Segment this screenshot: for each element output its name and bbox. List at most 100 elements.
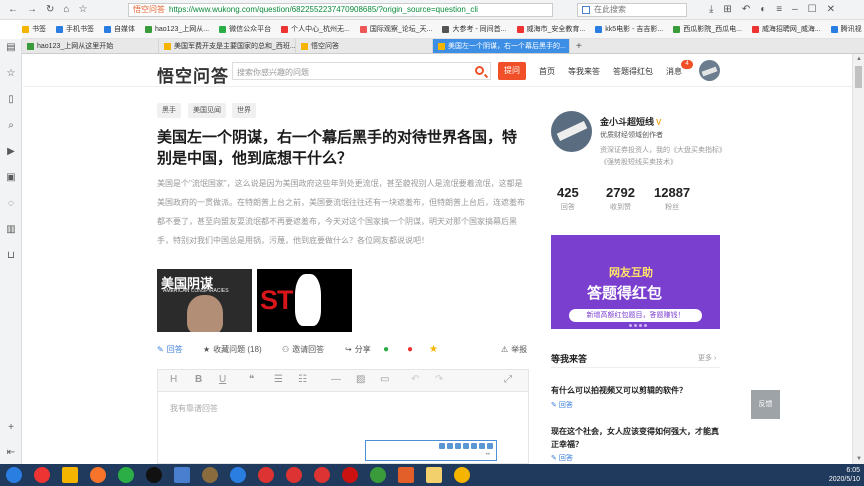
- nav-messages[interactable]: 消息: [666, 66, 682, 77]
- bookmark-item[interactable]: 威海招聘网_威海...: [751, 24, 821, 34]
- qq-taskbar-icon[interactable]: [146, 467, 162, 483]
- waiting-question[interactable]: 现在这个社会，女人应该变得如何强大，才能真正幸福？: [551, 425, 720, 451]
- waiting-answer-link[interactable]: ✎ 回答: [551, 400, 573, 410]
- taskbar-app-icon[interactable]: [90, 467, 106, 483]
- user-avatar[interactable]: [699, 60, 720, 81]
- taskbar-app-icon[interactable]: [202, 467, 218, 483]
- taskbar-app-icon[interactable]: [370, 467, 386, 483]
- sidebar-book-icon[interactable]: ▯: [5, 94, 17, 106]
- divider-icon[interactable]: —: [331, 374, 341, 385]
- red-packet-banner[interactable]: 网友互助 答题得红包 新增高额红包题目，答题赚钱！: [551, 235, 720, 329]
- browser-search[interactable]: 在此搜索: [577, 2, 687, 17]
- back-icon[interactable]: ←: [8, 4, 18, 15]
- ask-button[interactable]: 提问: [498, 62, 526, 80]
- sidebar-notes-icon[interactable]: ▥: [5, 224, 17, 236]
- tag-chip[interactable]: 黑手: [157, 103, 181, 118]
- ime-toolbar[interactable]: ••: [365, 440, 497, 461]
- apps-icon[interactable]: ⊞: [723, 4, 731, 15]
- share-action[interactable]: ↪ 分享: [345, 344, 371, 355]
- question-image-1[interactable]: 美国阴谋 AMERICAN CONSPIRACIES: [157, 269, 252, 332]
- redo-icon[interactable]: ↷: [435, 374, 443, 385]
- menu-icon[interactable]: ≡: [776, 4, 782, 15]
- nav-wait-answer[interactable]: 等我来答: [568, 66, 600, 77]
- bookmark-item[interactable]: kk5电影 - 吉吉影...: [595, 24, 663, 34]
- underline-icon[interactable]: U: [219, 374, 226, 385]
- bookmark-item[interactable]: 自媒体: [104, 24, 135, 34]
- sidebar-search-icon[interactable]: ⌕: [5, 120, 17, 132]
- waiting-more-link[interactable]: 更多 ›: [698, 353, 716, 363]
- sidebar-collapse-icon[interactable]: ⇤: [5, 447, 17, 459]
- wechat-taskbar-icon[interactable]: [118, 467, 134, 483]
- waiting-answer-link[interactable]: ✎ 回答: [551, 453, 573, 463]
- bookmark-item[interactable]: 手机书签: [56, 24, 94, 34]
- bookmark-item[interactable]: 微信公众平台: [219, 24, 271, 34]
- browser-tab[interactable]: hao123_上网从这里开始: [22, 39, 159, 53]
- nav-red-packet[interactable]: 答题得红包: [613, 66, 653, 77]
- night-mode-icon[interactable]: ◐: [760, 4, 766, 15]
- favorite-action[interactable]: ★ 收藏问题 (18): [203, 344, 262, 355]
- bookmark-item[interactable]: 威海市_安全教育...: [516, 24, 585, 34]
- undo-icon[interactable]: ↶: [411, 374, 419, 385]
- taskbar-app-icon[interactable]: [258, 467, 274, 483]
- scroll-down-icon[interactable]: ▼: [856, 456, 862, 462]
- bookmark-item[interactable]: hao123_上网从...: [145, 24, 209, 34]
- sidebar-video-icon[interactable]: ▶: [5, 146, 17, 158]
- feedback-button[interactable]: 反馈: [751, 390, 780, 419]
- close-window-icon[interactable]: ✕: [827, 4, 835, 15]
- taskbar-app-icon[interactable]: [6, 467, 22, 483]
- stat-followers[interactable]: 12887 粉丝: [654, 185, 690, 212]
- taskbar-app-icon[interactable]: [454, 467, 470, 483]
- address-bar[interactable]: 悟空问答 https://www.wukong.com/question/682…: [128, 2, 553, 17]
- invite-action[interactable]: ⚇ 邀请回答: [282, 344, 324, 355]
- browser-tab[interactable]: 悟空问答: [296, 39, 433, 53]
- tag-chip[interactable]: 美国见闻: [188, 103, 226, 118]
- page-scrollbar[interactable]: ▲ ▼: [852, 54, 864, 464]
- taskbar-app-icon[interactable]: [286, 467, 302, 483]
- sidebar-chat-icon[interactable]: ◌: [5, 198, 17, 210]
- browser-tab[interactable]: 美国左一个阴谋，右一个幕后黑手的...✕: [433, 39, 570, 53]
- undo-icon[interactable]: ↶: [742, 4, 750, 15]
- bookmark-item[interactable]: 国际观察_论坛_天...: [359, 24, 432, 34]
- download-icon[interactable]: ⤓: [709, 4, 713, 15]
- nav-home[interactable]: 首页: [539, 66, 555, 77]
- ordered-list-icon[interactable]: ☰: [274, 374, 283, 385]
- forward-icon[interactable]: →: [27, 4, 37, 15]
- fullscreen-icon[interactable]: ⤢: [504, 374, 512, 385]
- question-image-2[interactable]: ST P: [257, 269, 352, 332]
- taskbar-app-icon[interactable]: [342, 467, 358, 483]
- quote-icon[interactable]: ❝: [249, 374, 254, 385]
- video-icon[interactable]: ▭: [380, 374, 389, 385]
- minimize-icon[interactable]: –: [792, 4, 798, 15]
- reload-icon[interactable]: ↻: [46, 4, 54, 15]
- tag-chip[interactable]: 世界: [232, 103, 256, 118]
- stat-likes[interactable]: 2792 收到赞: [606, 185, 635, 212]
- weibo-share[interactable]: ●: [407, 344, 413, 355]
- taskbar-app-icon[interactable]: [314, 467, 330, 483]
- file-explorer-icon[interactable]: [426, 467, 442, 483]
- sidebar-game-icon[interactable]: ▣: [5, 172, 17, 184]
- new-tab-icon[interactable]: +: [570, 41, 588, 52]
- taskbar-app-icon[interactable]: [174, 467, 190, 483]
- maximize-icon[interactable]: ☐: [808, 4, 817, 15]
- site-search[interactable]: 搜索你感兴趣的问题: [232, 62, 491, 80]
- taskbar-app-icon[interactable]: [34, 467, 50, 483]
- author-name-row[interactable]: 金小斗超短线 V: [600, 115, 661, 128]
- site-logo[interactable]: 悟空问答: [157, 62, 229, 87]
- qzone-share[interactable]: ★: [429, 344, 438, 355]
- image-icon[interactable]: ▨: [356, 374, 365, 385]
- bookmark-item[interactable]: 个人中心_杭州无...: [281, 24, 350, 34]
- home-icon[interactable]: ⌂: [63, 4, 69, 15]
- bookmark-item[interactable]: 大参考 - 同间首...: [442, 24, 507, 34]
- taskbar-app-icon[interactable]: [230, 467, 246, 483]
- author-avatar[interactable]: [551, 111, 592, 152]
- wechat-share[interactable]: ●: [383, 344, 389, 355]
- bookmark-star-icon[interactable]: ☆: [78, 4, 87, 15]
- bookmark-item[interactable]: 书签: [22, 24, 46, 34]
- sidebar-list-icon[interactable]: ▤: [5, 42, 17, 54]
- system-clock[interactable]: 6:05 2020/5/10: [829, 466, 860, 484]
- unordered-list-icon[interactable]: ☷: [298, 374, 307, 385]
- waiting-question[interactable]: 有什么可以拍视频又可以剪辑的软件？: [551, 384, 720, 397]
- browser-tab[interactable]: 美国军费开支是主要国家的总和_西班...: [159, 39, 296, 53]
- sidebar-star-icon[interactable]: ☆: [5, 68, 17, 80]
- sidebar-add-icon[interactable]: +: [5, 422, 17, 434]
